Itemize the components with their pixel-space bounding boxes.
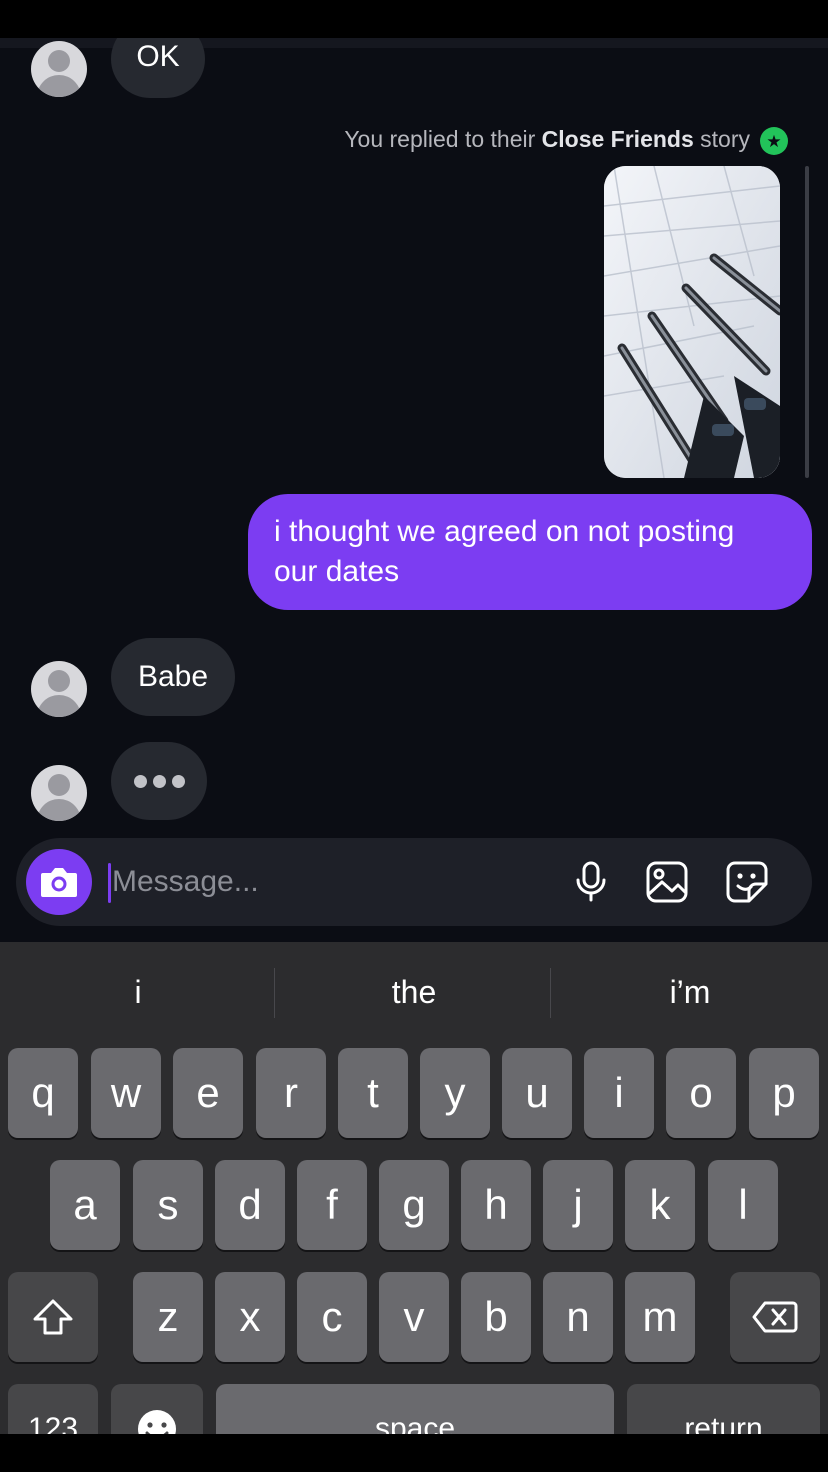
message-text: Babe bbox=[137, 660, 209, 693]
camera-icon bbox=[41, 868, 77, 897]
suggestion-3[interactable]: i’m bbox=[552, 942, 828, 1042]
key-d[interactable]: d bbox=[215, 1160, 285, 1250]
contact-avatar[interactable] bbox=[31, 41, 87, 97]
shift-icon bbox=[33, 1299, 73, 1335]
backspace-key[interactable] bbox=[730, 1272, 820, 1362]
outgoing-message[interactable]: i thought we agreed on not posting our d… bbox=[248, 494, 812, 610]
key-m[interactable]: m bbox=[625, 1272, 695, 1362]
key-j[interactable]: j bbox=[543, 1160, 613, 1250]
suggestion-1[interactable]: i bbox=[0, 942, 276, 1042]
ski-photo bbox=[604, 166, 780, 478]
key-c[interactable]: c bbox=[297, 1272, 367, 1362]
key-i[interactable]: i bbox=[584, 1048, 654, 1138]
close-friends-star-icon: ★ bbox=[760, 127, 788, 155]
message-input[interactable] bbox=[112, 858, 542, 906]
reply-note-close-friends: Close Friends bbox=[541, 126, 694, 152]
key-s[interactable]: s bbox=[133, 1160, 203, 1250]
story-reply-note: You replied to their Close Friends story bbox=[344, 126, 750, 153]
avatar-body bbox=[37, 799, 81, 821]
incoming-message-babe[interactable]: Babe bbox=[111, 638, 235, 716]
scrollbar[interactable] bbox=[805, 166, 809, 478]
avatar-head bbox=[48, 774, 70, 796]
key-l[interactable]: l bbox=[708, 1160, 778, 1250]
text-cursor bbox=[108, 863, 111, 903]
story-thumbnail[interactable] bbox=[604, 166, 780, 478]
bottom-bezel bbox=[0, 1434, 828, 1472]
key-u[interactable]: u bbox=[502, 1048, 572, 1138]
key-x[interactable]: x bbox=[215, 1272, 285, 1362]
contact-avatar[interactable] bbox=[31, 765, 87, 821]
key-e[interactable]: e bbox=[173, 1048, 243, 1138]
typing-dots-icon bbox=[133, 774, 185, 788]
key-a[interactable]: a bbox=[50, 1160, 120, 1250]
numbers-key[interactable]: 123 bbox=[8, 1384, 98, 1434]
typing-indicator bbox=[111, 742, 207, 820]
suggestion-divider bbox=[274, 968, 275, 1018]
reply-note-prefix: You replied to their bbox=[344, 126, 536, 152]
space-key[interactable]: space bbox=[216, 1384, 614, 1434]
key-o[interactable]: o bbox=[666, 1048, 736, 1138]
message-text: OK bbox=[136, 40, 180, 73]
key-q[interactable]: q bbox=[8, 1048, 78, 1138]
sticker-button[interactable] bbox=[725, 860, 769, 904]
suggestion-divider bbox=[550, 968, 551, 1018]
emoji-key[interactable] bbox=[111, 1384, 203, 1434]
incoming-message-ok[interactable]: OK bbox=[111, 38, 205, 98]
key-v[interactable]: v bbox=[379, 1272, 449, 1362]
image-icon bbox=[646, 861, 688, 903]
chat-thread[interactable]: OK You replied to their Close Friends st… bbox=[0, 38, 828, 942]
avatar-head bbox=[48, 670, 70, 692]
key-b[interactable]: b bbox=[461, 1272, 531, 1362]
camera-button[interactable] bbox=[26, 849, 92, 915]
message-text: i thought we agreed on not posting our d… bbox=[274, 515, 735, 588]
key-n[interactable]: n bbox=[543, 1272, 613, 1362]
key-y[interactable]: y bbox=[420, 1048, 490, 1138]
shift-key[interactable] bbox=[8, 1272, 98, 1362]
suggestion-2[interactable]: the bbox=[276, 942, 552, 1042]
avatar-body bbox=[37, 75, 81, 97]
key-p[interactable]: p bbox=[749, 1048, 819, 1138]
gallery-button[interactable] bbox=[645, 860, 689, 904]
sticker-icon bbox=[726, 861, 768, 903]
contact-avatar[interactable] bbox=[31, 661, 87, 717]
key-t[interactable]: t bbox=[338, 1048, 408, 1138]
key-f[interactable]: f bbox=[297, 1160, 367, 1250]
return-key[interactable]: return bbox=[627, 1384, 820, 1434]
avatar-head bbox=[48, 50, 70, 72]
key-r[interactable]: r bbox=[256, 1048, 326, 1138]
key-z[interactable]: z bbox=[133, 1272, 203, 1362]
key-g[interactable]: g bbox=[379, 1160, 449, 1250]
backspace-icon bbox=[752, 1301, 798, 1333]
status-bar bbox=[0, 0, 828, 38]
microphone-icon bbox=[576, 861, 606, 902]
reply-note-suffix: story bbox=[700, 126, 750, 152]
key-h[interactable]: h bbox=[461, 1160, 531, 1250]
key-k[interactable]: k bbox=[625, 1160, 695, 1250]
avatar-body bbox=[37, 695, 81, 717]
keyboard: i the i’m q w e r t y u i o p a s d f g … bbox=[0, 942, 828, 1434]
message-composer bbox=[16, 838, 812, 926]
key-w[interactable]: w bbox=[91, 1048, 161, 1138]
microphone-button[interactable] bbox=[569, 860, 613, 904]
emoji-icon bbox=[138, 1410, 176, 1434]
